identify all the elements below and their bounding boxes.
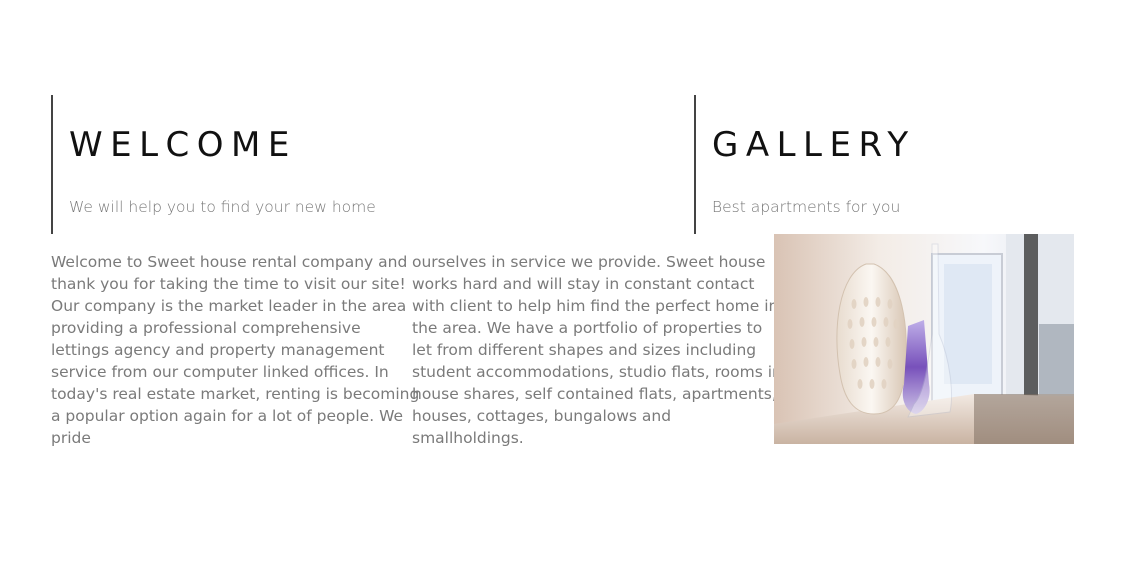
welcome-text-column-1: Welcome to Sweet house rental company an… — [51, 251, 420, 449]
gallery-title: GALLERY — [712, 125, 916, 165]
text-line: today's real estate market, renting is b… — [51, 385, 420, 403]
text-line: thank you for taking the time to visit o… — [51, 275, 406, 293]
gallery-header: GALLERY Best apartments for you — [694, 95, 1094, 234]
welcome-title: WELCOME — [69, 125, 297, 165]
text-line: lettings agency and property management — [51, 341, 385, 359]
text-line: with client to help him find the perfect… — [412, 297, 779, 315]
text-line: Our company is the market leader in the … — [51, 297, 407, 315]
text-line: providing a professional comprehensive — [51, 319, 361, 337]
text-line: house shares, self contained flats, apar… — [412, 385, 777, 403]
interior-photo-icon — [774, 234, 1074, 444]
text-line: service from our computer linked offices… — [51, 363, 389, 381]
welcome-header: WELCOME We will help you to find your ne… — [51, 95, 691, 234]
text-line: pride — [51, 429, 91, 447]
text-line: student accommodations, studio flats, ro… — [412, 363, 782, 381]
text-line: houses, cottages, bungalows and — [412, 407, 672, 425]
text-line: ourselves in service we provide. Sweet h… — [412, 253, 766, 271]
text-line: the area. We have a portfolio of propert… — [412, 319, 763, 337]
text-line: smallholdings. — [412, 429, 524, 447]
gallery-image[interactable] — [774, 234, 1074, 444]
welcome-text-column-2: ourselves in service we provide. Sweet h… — [412, 251, 782, 449]
gallery-subtitle: Best apartments for you — [712, 198, 901, 216]
text-line: a popular option again for a lot of peop… — [51, 407, 404, 425]
welcome-subtitle: We will help you to find your new home — [69, 198, 376, 216]
text-line: Welcome to Sweet house rental company an… — [51, 253, 408, 271]
text-line: let from different shapes and sizes incl… — [412, 341, 757, 359]
text-line: works hard and will stay in constant con… — [412, 275, 755, 293]
